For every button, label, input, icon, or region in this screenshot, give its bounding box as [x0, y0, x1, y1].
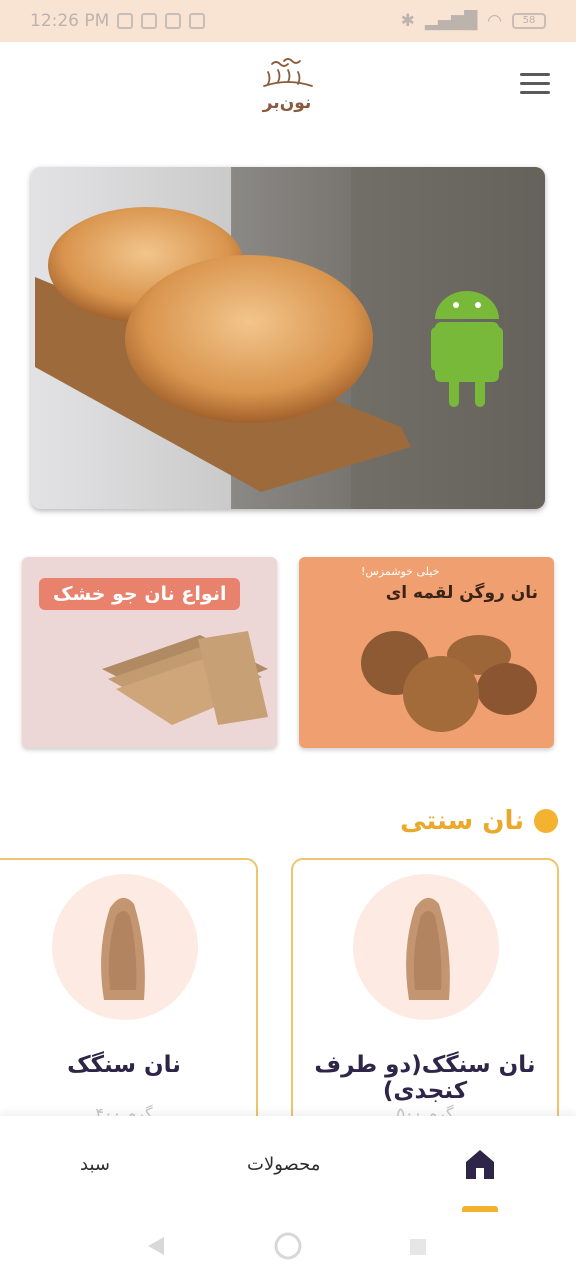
- section-title: نان سنتی: [400, 806, 524, 836]
- product-card[interactable]: نان سنگک(دو طرف کنجدی) گرم ۵۰۰: [291, 858, 559, 1138]
- hero-image: [31, 167, 545, 509]
- product-card[interactable]: نان سنگک گرم ۴۰۰: [0, 858, 258, 1138]
- alarm-icon: [117, 13, 134, 29]
- brand-logo: نون‌بر: [262, 58, 313, 113]
- sangak-bread-image: [406, 897, 450, 1000]
- recents-icon: [410, 1239, 426, 1255]
- battery-icon: 58: [512, 13, 546, 29]
- section-dot: [534, 809, 558, 833]
- buns-image: [361, 631, 537, 732]
- nav-products[interactable]: محصولات: [247, 1154, 320, 1175]
- product-name: نان سنگک(دو طرف کنجدی): [314, 1052, 536, 1104]
- signal-icon: ▂▄▆█: [424, 11, 478, 31]
- status-bar: 12:26 PM ✱ ▂▄▆█ ◠ 58: [0, 0, 576, 42]
- promo-card-roghani[interactable]: خیلی خوشمزس! نان روگن لقمه ای: [299, 557, 554, 748]
- system-navigation-bar: [0, 1212, 576, 1280]
- status-right: ✱ ▂▄▆█ ◠ 58: [401, 11, 546, 31]
- promo-card-dry-barley[interactable]: انواع نان جو خشک: [22, 557, 277, 748]
- nav-cart[interactable]: سبد: [80, 1154, 110, 1175]
- calendar-icon: [189, 13, 206, 29]
- wifi-icon: ◠: [487, 11, 502, 31]
- bluetooth-icon: ✱: [400, 11, 415, 31]
- logo-text: نون‌بر: [262, 93, 312, 113]
- home-icon[interactable]: [462, 1146, 498, 1182]
- check-icon: [165, 13, 182, 29]
- status-left: 12:26 PM: [30, 11, 206, 31]
- sangak-bread-image: [101, 897, 145, 1000]
- trash-icon: [141, 13, 158, 29]
- app-bar: نون‌بر: [0, 42, 576, 132]
- crackerbread-image: [102, 631, 268, 725]
- status-time: 12:26 PM: [30, 11, 110, 31]
- back-icon: [148, 1237, 164, 1255]
- bottom-navigation: سبد محصولات: [0, 1116, 576, 1212]
- hero-banner[interactable]: [31, 167, 545, 509]
- home-circle-icon: [274, 1232, 302, 1260]
- menu-button[interactable]: [520, 73, 550, 95]
- product-name: نان سنگک: [67, 1052, 181, 1078]
- hamburger-menu-icon: [520, 73, 550, 76]
- section-heading: نان سنتی: [400, 806, 558, 836]
